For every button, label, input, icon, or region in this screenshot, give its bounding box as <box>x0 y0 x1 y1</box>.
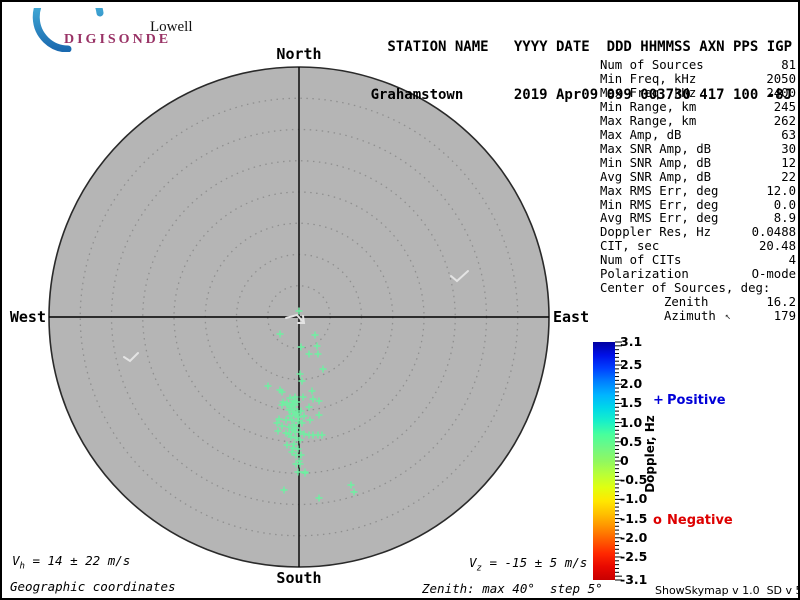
stat-label: Zenith <box>664 296 708 310</box>
stat-row: CIT, sec 20.48 <box>600 240 796 254</box>
stat-row: Zenith 16.2 <box>600 296 796 310</box>
stat-value: 262 <box>774 115 796 129</box>
stat-row: Avg SNR Amp, dB 22 <box>600 171 796 185</box>
compass-north-label: North <box>269 45 329 63</box>
stat-row: Min Range, km 245 <box>600 101 796 115</box>
app-version-text: ShowSkymap v 1.0 SD v 5.1 <box>655 584 800 597</box>
stat-value: 12 <box>781 157 796 171</box>
colorbar-tick-label: -1.5 <box>620 512 647 526</box>
stat-value: 22 <box>781 171 796 185</box>
stat-label: Min Freq, kHz <box>600 73 696 87</box>
coordinate-system-label: Geographic coordinates <box>10 579 176 594</box>
colorbar-tick-label: -2.0 <box>620 531 647 545</box>
stat-value: 245 <box>774 101 796 115</box>
stat-row: Min Freq, kHz 2050 <box>600 73 796 87</box>
stat-row: Max Range, km 262 <box>600 115 796 129</box>
stat-label: Max Amp, dB <box>600 129 681 143</box>
colorbar-tick-label: -3.1 <box>620 573 647 587</box>
compass-west-label: West <box>2 308 46 326</box>
stat-label: Num of CITs <box>600 254 681 268</box>
stat-label: Max RMS Err, deg <box>600 185 718 199</box>
stat-row: Max SNR Amp, dB 30 <box>600 143 796 157</box>
stat-row: Avg RMS Err, deg 8.9 <box>600 212 796 226</box>
stat-label: Avg RMS Err, deg <box>600 212 718 226</box>
stat-row: Doppler Res, Hz 0.0488 <box>600 226 796 240</box>
stat-value: 63 <box>781 129 796 143</box>
stat-value: 20.48 <box>759 240 796 254</box>
vh-symbol: V <box>12 553 20 568</box>
stat-value: 0.0488 <box>752 226 796 240</box>
negative-doppler-legend: oNegative <box>653 513 733 528</box>
stat-value: 30 <box>781 143 796 157</box>
stat-row: Min SNR Amp, dB 12 <box>600 157 796 171</box>
stat-row: Min RMS Err, deg 0.0 <box>600 199 796 213</box>
vz-value: = -15 ± 5 m/s <box>482 555 587 570</box>
colorbar-tick-label: 2.0 <box>620 377 642 391</box>
stat-label: Min Range, km <box>600 101 696 115</box>
positive-doppler-legend: +Positive <box>653 393 726 408</box>
stat-label: Num of Sources <box>600 59 704 73</box>
stat-row: Num of CITs 4 <box>600 254 796 268</box>
stat-row: Max Freq, kHz 2400 <box>600 87 796 101</box>
stat-value: O-mode <box>752 268 796 282</box>
stat-label: Min RMS Err, deg <box>600 199 718 213</box>
plus-marker-icon: + <box>653 393 667 408</box>
stat-label: Max Range, km <box>600 115 696 129</box>
showskymap-window: Lowell DIGISONDE STATION NAME YYYY DATE … <box>0 0 800 600</box>
stat-row: Num of Sources 81 <box>600 59 796 73</box>
stat-label: CIT, sec <box>600 240 659 254</box>
colorbar-tick-label: 1.0 <box>620 416 642 430</box>
stat-value: 16.2 <box>766 296 796 310</box>
stat-label: Avg SNR Amp, dB <box>600 171 711 185</box>
vz-symbol: V <box>469 555 477 570</box>
stat-row: Azimuth ↖ 179 <box>600 310 796 324</box>
stat-label: Max SNR Amp, dB <box>600 143 711 157</box>
stat-value: 179 <box>774 310 796 324</box>
stat-label: Doppler Res, Hz <box>600 226 711 240</box>
positive-legend-label: Positive <box>667 393 726 408</box>
stat-label: Min SNR Amp, dB <box>600 157 711 171</box>
stat-value: 12.0 <box>766 185 796 199</box>
colorbar-tick-label: 2.5 <box>620 358 642 372</box>
horizontal-velocity-text: Vh = 14 ± 22 m/s <box>12 553 130 572</box>
colorbar-tick-label: 0 <box>620 454 629 468</box>
stat-row: Polarization O-mode <box>600 268 796 282</box>
stat-label: Azimuth <box>664 310 716 324</box>
colorbar-tick-label: 0.5 <box>620 435 642 449</box>
stat-row: Max Amp, dB 63 <box>600 129 796 143</box>
negative-legend-label: Negative <box>667 513 733 528</box>
station-header-columns: STATION NAME YYYY DATE DDD HHMMSS AXN PP… <box>371 39 792 55</box>
stat-label: Center of Sources, deg: <box>600 282 770 296</box>
stat-value: 0.0 <box>774 199 796 213</box>
colorbar-tick-label: -2.5 <box>620 550 647 564</box>
circle-marker-icon: o <box>653 513 667 528</box>
stat-value: 2050 <box>766 73 796 87</box>
logo-digisonde-text: DIGISONDE <box>64 32 171 48</box>
stat-label: Max Freq, kHz <box>600 87 696 101</box>
stat-row: Center of Sources, deg: <box>600 282 796 296</box>
colorbar-tick-label: 1.5 <box>620 396 642 410</box>
vertical-velocity-text: Vz = -15 ± 5 m/s <box>469 555 587 574</box>
stat-value: 81 <box>781 59 796 73</box>
doppler-colorbar <box>593 342 615 580</box>
colorbar-axis-title: Doppler, Hz <box>643 406 657 502</box>
measurement-stats-panel: Num of Sources 81 Min Freq, kHz 2050 Max F… <box>600 59 796 324</box>
stat-value: 4 <box>789 254 796 268</box>
cursor-arrow-icon: ↖ <box>725 310 731 324</box>
stat-value: 8.9 <box>774 212 796 226</box>
stat-label: Polarization <box>600 268 689 282</box>
colorbar-tick-label: 3.1 <box>620 335 642 349</box>
vh-value: = 14 ± 22 m/s <box>25 553 130 568</box>
stat-value: 2400 <box>766 87 796 101</box>
compass-south-label: South <box>269 569 329 587</box>
zenith-scale-note: Zenith: max 40° step 5° <box>422 581 603 596</box>
stat-row: Max RMS Err, deg 12.0 <box>600 185 796 199</box>
